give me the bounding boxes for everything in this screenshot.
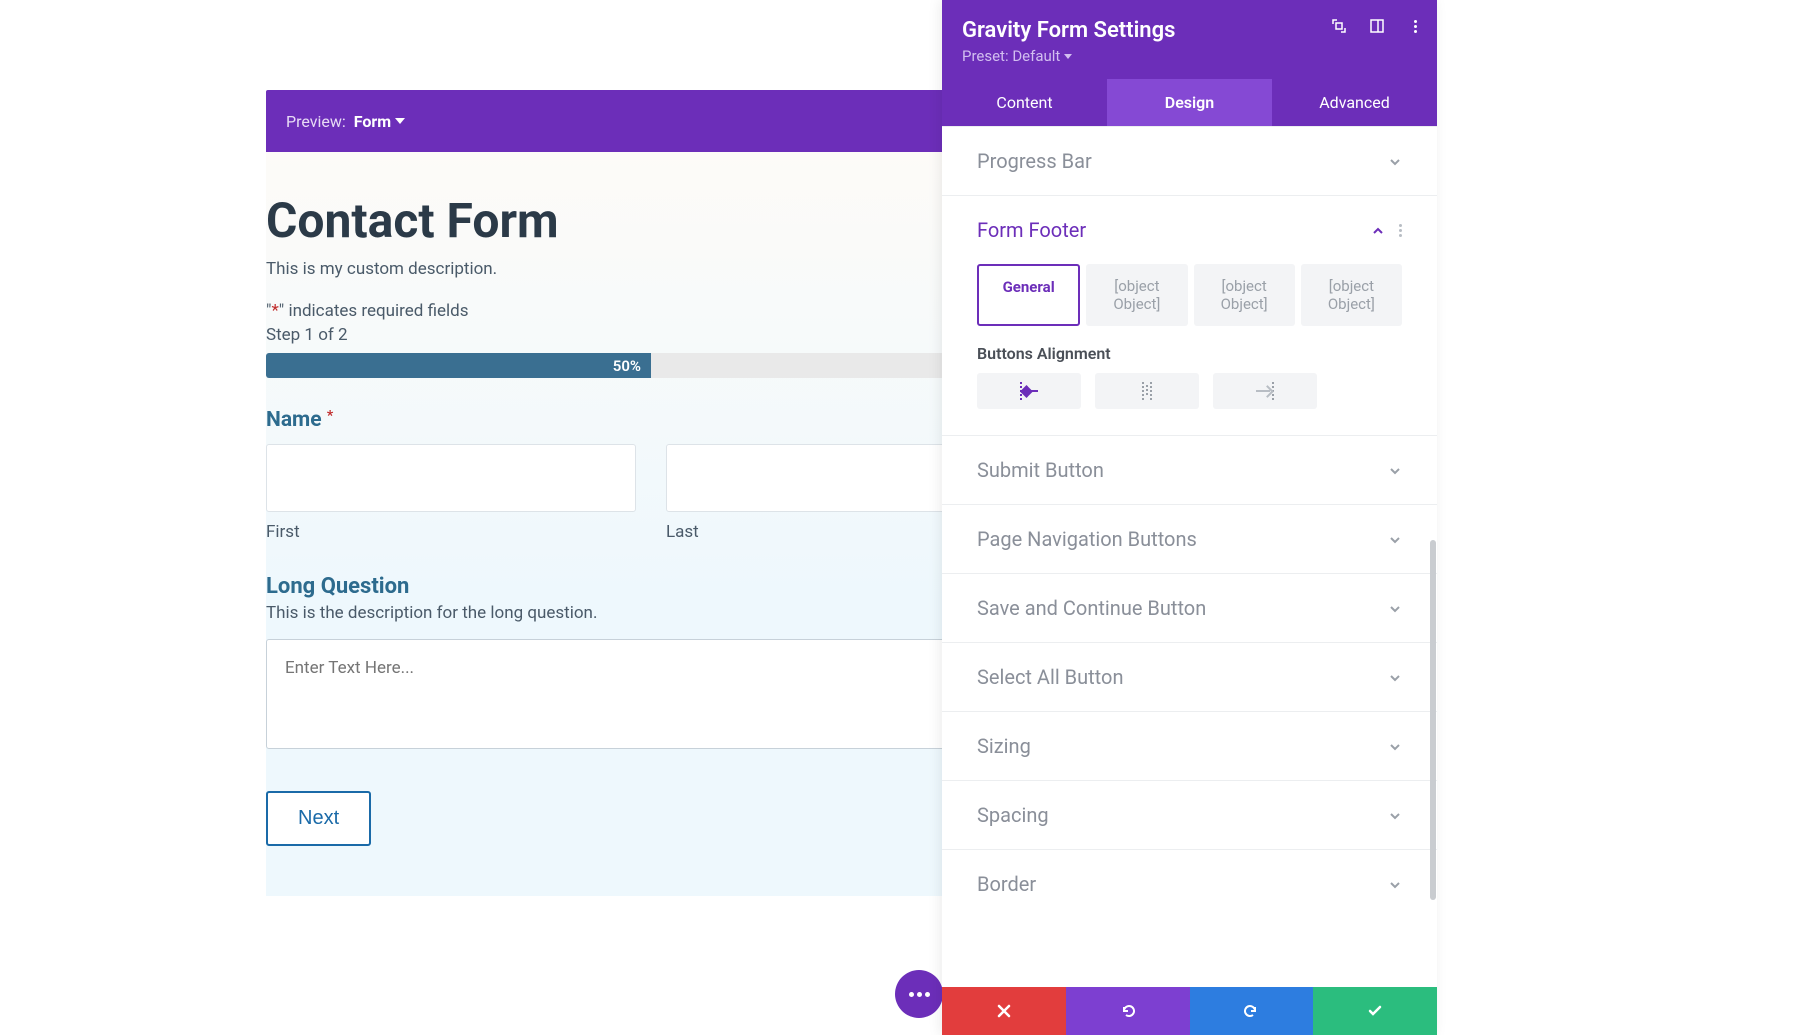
chevron-down-icon xyxy=(1388,808,1402,822)
close-button[interactable] xyxy=(942,987,1066,1035)
settings-panel: Gravity Form Settings Preset: Default Co… xyxy=(942,0,1437,1035)
more-options-icon[interactable] xyxy=(1399,224,1402,237)
caret-down-icon xyxy=(1064,54,1072,59)
first-name-col: First xyxy=(266,444,636,542)
panel-header: Gravity Form Settings Preset: Default xyxy=(942,0,1437,79)
chevron-down-icon xyxy=(1388,463,1402,477)
tab-design[interactable]: Design xyxy=(1107,79,1272,126)
panel-header-icons xyxy=(1331,18,1423,34)
section-submit-button[interactable]: Submit Button xyxy=(942,435,1437,504)
form-body: Contact Form This is my custom descripti… xyxy=(266,152,1036,896)
tab-content[interactable]: Content xyxy=(942,79,1107,126)
subtab-3[interactable]: [object Object] xyxy=(1194,264,1295,326)
next-button[interactable]: Next xyxy=(266,791,371,846)
first-name-input[interactable] xyxy=(266,444,636,512)
align-center-button[interactable] xyxy=(1095,373,1199,409)
form-description: This is my custom description. xyxy=(266,259,1036,279)
subtab-2[interactable]: [object Object] xyxy=(1086,264,1187,326)
preview-bar: Preview: Form xyxy=(266,90,1036,152)
sections-scroll[interactable]: Progress Bar Form Footer General [object… xyxy=(942,126,1437,987)
more-options-icon[interactable] xyxy=(1407,18,1423,34)
section-form-footer[interactable]: Form Footer xyxy=(942,195,1437,264)
name-field-label: Name * xyxy=(266,408,1036,432)
align-left-button[interactable] xyxy=(977,373,1081,409)
panel-tabs: Content Design Advanced xyxy=(942,79,1437,126)
form-title: Contact Form xyxy=(266,192,1036,249)
chevron-up-icon xyxy=(1371,223,1385,237)
preview-dropdown[interactable]: Form xyxy=(354,112,405,131)
alignment-buttons xyxy=(977,373,1402,409)
save-button[interactable] xyxy=(1313,987,1437,1035)
redo-button[interactable] xyxy=(1190,987,1314,1035)
chevron-down-icon xyxy=(1388,601,1402,615)
required-fields-note: "*" indicates required fields xyxy=(266,301,1036,321)
form-footer-subtabs: General [object Object] [object Object] … xyxy=(977,264,1402,326)
subtab-4[interactable]: [object Object] xyxy=(1301,264,1402,326)
floating-action-button[interactable] xyxy=(895,970,943,1018)
section-spacing[interactable]: Spacing xyxy=(942,780,1437,849)
preview-label: Preview: xyxy=(286,112,346,131)
undo-button[interactable] xyxy=(1066,987,1190,1035)
step-indicator: Step 1 of 2 xyxy=(266,325,1036,345)
form-footer-content: General [object Object] [object Object] … xyxy=(942,264,1437,435)
align-left-icon xyxy=(1020,382,1038,400)
chevron-down-icon xyxy=(1388,154,1402,168)
name-row: First Last xyxy=(266,444,1036,542)
panel-layout-icon[interactable] xyxy=(1369,18,1385,34)
preview-dropdown-value: Form xyxy=(354,112,391,131)
chevron-down-icon xyxy=(1388,670,1402,684)
long-question-desc: This is the description for the long que… xyxy=(266,603,1036,623)
progress-percent: 50% xyxy=(613,357,641,375)
scrollbar-thumb[interactable] xyxy=(1430,540,1436,900)
subtab-general[interactable]: General xyxy=(977,264,1080,326)
section-sizing[interactable]: Sizing xyxy=(942,711,1437,780)
panel-bottom-bar xyxy=(942,987,1437,1035)
align-right-icon xyxy=(1256,382,1274,400)
chevron-down-icon xyxy=(1388,877,1402,891)
first-name-sublabel: First xyxy=(266,522,636,542)
align-right-button[interactable] xyxy=(1213,373,1317,409)
section-border[interactable]: Border xyxy=(942,849,1437,902)
long-question-input[interactable] xyxy=(266,639,1036,749)
chevron-down-icon xyxy=(1388,532,1402,546)
section-select-all-button[interactable]: Select All Button xyxy=(942,642,1437,711)
long-question-label: Long Question xyxy=(266,574,1036,599)
caret-down-icon xyxy=(395,118,405,124)
buttons-alignment-label: Buttons Alignment xyxy=(977,344,1402,363)
responsive-icon[interactable] xyxy=(1331,18,1347,34)
tab-advanced[interactable]: Advanced xyxy=(1272,79,1437,126)
panel-preset-dropdown[interactable]: Preset: Default xyxy=(962,47,1417,65)
progress-bar: 50% xyxy=(266,353,1036,378)
section-page-navigation-buttons[interactable]: Page Navigation Buttons xyxy=(942,504,1437,573)
section-save-continue-button[interactable]: Save and Continue Button xyxy=(942,573,1437,642)
section-progress-bar[interactable]: Progress Bar xyxy=(942,126,1437,195)
align-center-icon xyxy=(1142,382,1152,400)
chevron-down-icon xyxy=(1388,739,1402,753)
progress-fill: 50% xyxy=(266,353,651,378)
